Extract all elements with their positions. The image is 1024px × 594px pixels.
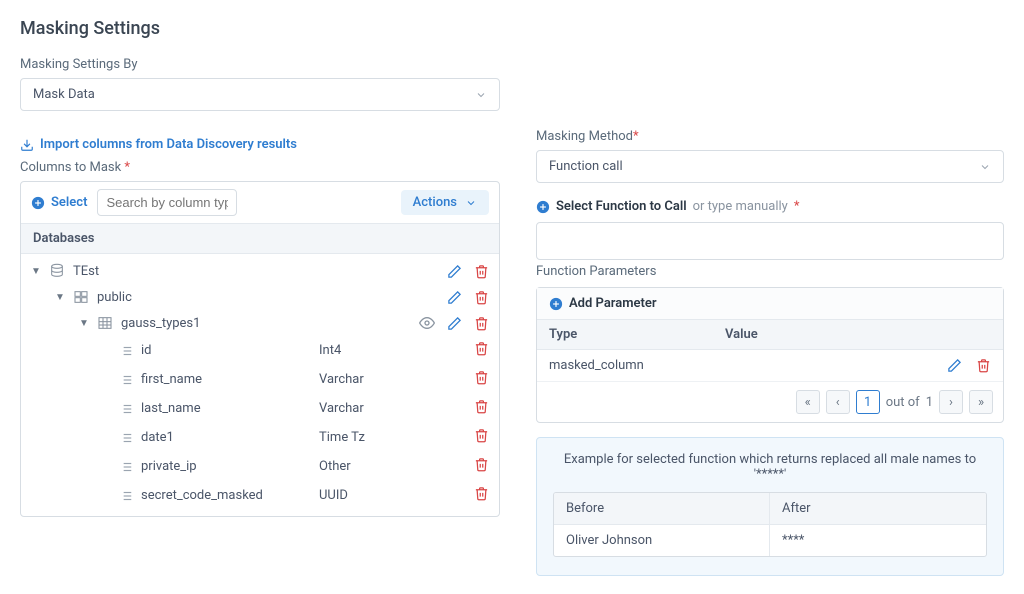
column-row: private_ip Other <box>21 452 499 481</box>
masking-method-label: Masking Method* <box>536 129 1004 144</box>
trash-icon[interactable] <box>474 457 489 472</box>
tree-table-name[interactable]: gauss_types1 <box>121 316 200 331</box>
example-after-value: **** <box>770 525 986 556</box>
select-button[interactable]: Select <box>31 195 87 210</box>
column-name: id <box>141 343 152 358</box>
function-input[interactable] <box>536 222 1004 260</box>
add-parameter-label: Add Parameter <box>569 296 657 311</box>
example-box: Example for selected function which retu… <box>536 437 1004 576</box>
column-row: last_name Varchar <box>21 394 499 423</box>
masking-method-value: Function call <box>549 159 623 174</box>
parameters-panel: Add Parameter Type Value masked_column «… <box>536 287 1004 423</box>
plus-icon[interactable] <box>536 200 550 214</box>
trash-icon[interactable] <box>474 428 489 443</box>
edit-icon[interactable] <box>447 290 462 305</box>
select-button-label: Select <box>51 195 87 210</box>
edit-icon[interactable] <box>447 264 462 279</box>
trash-icon[interactable] <box>474 370 489 385</box>
column-type: Varchar <box>319 401 459 416</box>
function-parameters-label: Function Parameters <box>536 264 1004 279</box>
select-function-hint: or type manually <box>693 199 788 214</box>
column-name: date1 <box>141 430 174 445</box>
trash-icon[interactable] <box>474 341 489 356</box>
column-type: Other <box>319 459 459 474</box>
chevron-down-icon <box>979 161 991 173</box>
trash-icon[interactable] <box>474 399 489 414</box>
param-type-value: masked_column <box>549 358 725 373</box>
column-name: private_ip <box>141 459 197 474</box>
column-name: last_name <box>141 401 201 416</box>
tree-schema-name[interactable]: public <box>97 290 132 305</box>
column-row: secret_code_masked UUID <box>21 481 499 510</box>
column-type: UUID <box>319 488 459 503</box>
column-type: Time Tz <box>319 430 459 445</box>
settings-by-select[interactable]: Mask Data <box>20 78 500 111</box>
column-icon <box>119 489 133 503</box>
column-icon <box>119 373 133 387</box>
pager-current[interactable]: 1 <box>856 390 880 414</box>
pager-last[interactable]: » <box>969 390 993 414</box>
example-after-header: After <box>770 493 986 524</box>
import-columns-link[interactable]: Import columns from Data Discovery resul… <box>20 137 500 152</box>
param-row: masked_column <box>537 350 1003 382</box>
param-th-value: Value <box>725 327 901 342</box>
column-row: first_name Varchar <box>21 365 499 394</box>
column-icon <box>119 431 133 445</box>
column-name: first_name <box>141 372 202 387</box>
tree-caret[interactable]: ▼ <box>31 266 41 277</box>
trash-icon[interactable] <box>474 316 489 331</box>
plus-icon <box>31 196 45 210</box>
settings-by-label: Masking Settings By <box>20 57 500 72</box>
trash-icon[interactable] <box>474 486 489 501</box>
trash-icon[interactable] <box>474 290 489 305</box>
select-function-label[interactable]: Select Function to Call <box>556 199 687 214</box>
database-icon <box>49 263 65 279</box>
download-icon <box>20 138 34 152</box>
plus-icon <box>549 297 563 311</box>
tree-caret[interactable]: ▼ <box>55 292 65 303</box>
actions-button[interactable]: Actions <box>401 190 489 215</box>
chevron-down-icon <box>475 89 487 101</box>
databases-header: Databases <box>21 224 499 254</box>
tree-db-name[interactable]: TEst <box>73 264 99 279</box>
column-icon <box>119 344 133 358</box>
example-before-header: Before <box>554 493 770 524</box>
schema-icon <box>73 289 89 305</box>
eye-icon[interactable] <box>419 315 435 331</box>
column-icon <box>119 460 133 474</box>
import-link-text: Import columns from Data Discovery resul… <box>40 137 297 152</box>
chevron-down-icon <box>465 197 477 209</box>
search-input[interactable] <box>97 189 237 216</box>
table-icon <box>97 315 113 331</box>
example-before-value: Oliver Johnson <box>554 525 770 556</box>
column-row: date1 Time Tz <box>21 423 499 452</box>
pager-first[interactable]: « <box>796 390 820 414</box>
pager-total: 1 <box>926 395 933 410</box>
settings-by-value: Mask Data <box>33 87 95 102</box>
example-title: Example for selected function which retu… <box>553 452 987 482</box>
masking-method-select[interactable]: Function call <box>536 150 1004 183</box>
tree-caret[interactable]: ▼ <box>79 318 89 329</box>
columns-panel: Select Actions Databases ▼ <box>20 181 500 517</box>
pager-out-of: out of <box>886 395 920 410</box>
edit-icon[interactable] <box>947 358 962 373</box>
actions-label: Actions <box>413 195 457 210</box>
trash-icon[interactable] <box>474 264 489 279</box>
add-parameter-button[interactable]: Add Parameter <box>537 288 1003 320</box>
column-row: id Int4 <box>21 336 499 365</box>
column-type: Varchar <box>319 372 459 387</box>
pager-prev[interactable]: ‹ <box>826 390 850 414</box>
columns-to-mask-label: Columns to Mask <box>20 160 500 175</box>
pager-next[interactable]: › <box>939 390 963 414</box>
edit-icon[interactable] <box>447 316 462 331</box>
column-type: Int4 <box>319 343 459 358</box>
param-th-type: Type <box>549 327 725 342</box>
trash-icon[interactable] <box>976 358 991 373</box>
column-icon <box>119 402 133 416</box>
column-name: secret_code_masked <box>141 488 263 503</box>
page-title: Masking Settings <box>20 18 1004 39</box>
